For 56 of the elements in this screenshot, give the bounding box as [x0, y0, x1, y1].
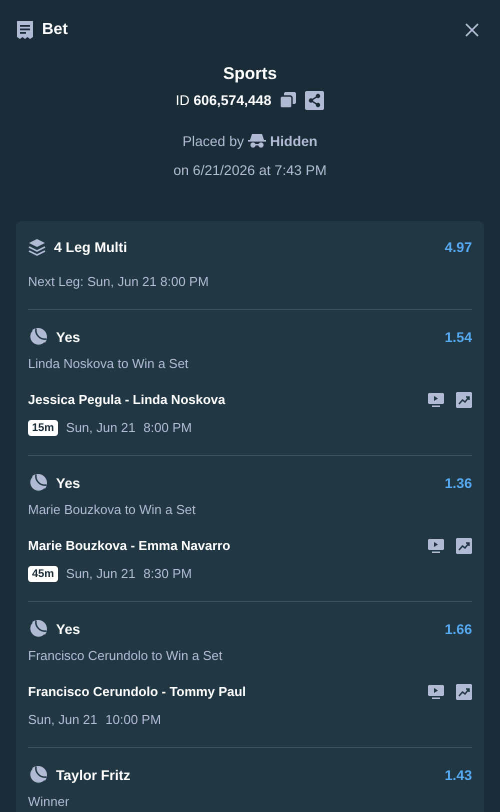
close-icon: [464, 22, 480, 38]
trend-chart-icon: [456, 684, 472, 700]
tv-play-icon: [428, 539, 444, 553]
leg-market: Marie Bouzkova to Win a Set: [28, 501, 197, 519]
placed-by-label: Placed by: [182, 132, 244, 151]
live-stream-button[interactable]: [428, 685, 444, 699]
tv-play-icon: [428, 685, 444, 699]
tennis-ball-icon: [28, 619, 48, 639]
tennis-ball-icon: [28, 327, 48, 347]
leg-odds: 1.66: [444, 620, 472, 638]
leg-pick: Yes: [56, 474, 80, 492]
live-stream-button[interactable]: [428, 539, 444, 553]
leg-pick: Yes: [56, 328, 80, 346]
match-name: Jessica Pegula - Linda Noskova: [28, 391, 226, 410]
dialog-title: Bet: [42, 20, 68, 40]
bet-category: Sports: [223, 63, 277, 85]
tennis-ball-icon: [28, 765, 48, 785]
copy-icon: [279, 91, 298, 109]
leg-market: Linda Noskova to Win a Set: [28, 355, 190, 373]
match-date: Sun, Jun 21: [66, 419, 136, 438]
leg-market: Francisco Cerundolo to Win a Set: [28, 647, 224, 665]
tennis-ball-icon: [28, 473, 48, 493]
placed-date: on 6/21/2026 at 7:43 PM: [173, 161, 327, 180]
leg-odds: 1.43: [444, 766, 472, 784]
match-time: 8:00 PM: [143, 419, 192, 438]
trend-chart-icon: [456, 538, 472, 554]
match-time: 8:30 PM: [143, 565, 192, 584]
bet-id: ID 606,574,448: [176, 90, 272, 110]
copy-button[interactable]: [279, 91, 298, 109]
leg-pick: Yes: [56, 620, 80, 638]
leg-market: Winner: [28, 793, 70, 811]
leg-odds: 1.36: [444, 474, 472, 492]
multi-odds: 4.97: [444, 238, 472, 256]
match-time: 10:00 PM: [105, 711, 162, 730]
match-name: Francisco Cerundolo - Tommy Paul: [28, 683, 246, 702]
multi-title: 4 Leg Multi: [54, 238, 128, 257]
live-stream-button[interactable]: [428, 393, 444, 407]
receipt-icon: [16, 20, 34, 40]
leg-odds: 1.54: [444, 328, 472, 346]
tv-play-icon: [428, 393, 444, 407]
match-date: Sun, Jun 21: [66, 565, 136, 584]
incognito-icon: [248, 133, 266, 149]
stats-button[interactable]: [456, 392, 472, 408]
stats-button[interactable]: [456, 684, 472, 700]
trend-chart-icon: [456, 392, 472, 408]
next-leg-time: Next Leg: Sun, Jun 21 8:00 PM: [28, 273, 210, 291]
match-date: Sun, Jun 21: [28, 711, 98, 730]
leg-pick: Taylor Fritz: [56, 766, 130, 785]
match-name: Marie Bouzkova - Emma Navarro: [28, 537, 230, 556]
share-button[interactable]: [305, 90, 324, 110]
layers-icon: [28, 238, 46, 256]
placed-by-user: Hidden: [270, 132, 318, 150]
stats-button[interactable]: [456, 538, 472, 554]
countdown-badge: 45m: [28, 566, 58, 582]
countdown-badge: 15m: [28, 420, 58, 436]
share-icon: [305, 90, 324, 110]
